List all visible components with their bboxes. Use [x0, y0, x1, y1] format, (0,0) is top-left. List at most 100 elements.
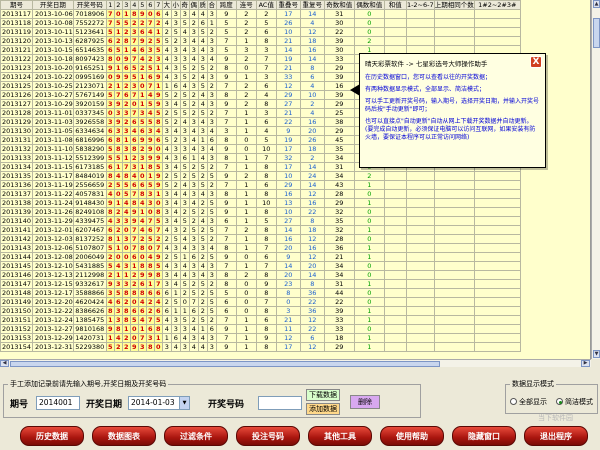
- chevron-down-icon[interactable]: ▼: [179, 397, 189, 409]
- table-row[interactable]: 2013120 2013-10-13 6287925 6 2 8 7 9 2 5 5 2 3 4 4 3 7 1 8…: [0, 36, 521, 46]
- horizontal-scroll-thumb[interactable]: [10, 361, 440, 367]
- scroll-left-icon[interactable]: ◀: [0, 360, 9, 367]
- column-header[interactable]: AC值: [255, 0, 277, 10]
- table-cell: 9148430: [72, 198, 107, 208]
- table-row[interactable]: 2013137 2013-11-22 4057831 4 0 5 7 8 3 1 3 4 4 3 4 3 8 1 8…: [0, 189, 521, 199]
- column-header[interactable]: 1: [105, 0, 115, 10]
- scroll-down-icon[interactable]: ▼: [593, 350, 600, 358]
- table-cell: [383, 171, 407, 181]
- table-row[interactable]: 2013142 2013-12-03 8137252 8 1 3 7 2 5 2 2 5 4 3 5 2 7 1 8…: [0, 234, 521, 244]
- column-header[interactable]: 合: [206, 0, 217, 10]
- hide-window-button[interactable]: 隐藏窗口: [452, 426, 516, 446]
- table-row[interactable]: 2013140 2013-11-29 4339475 4 3 3 9 4 7 5 3 4 5 2 4 3 6 1 5…: [0, 216, 521, 226]
- scroll-right-icon[interactable]: ▶: [581, 360, 590, 367]
- period-input[interactable]: 2014001: [36, 396, 80, 410]
- table-cell: [405, 216, 435, 226]
- table-row[interactable]: 2013149 2013-12-20 4620424 4 6 2 0 4 2 4 2 5 0 7 2 5 6 0 7…: [0, 297, 521, 307]
- download-data-button[interactable]: 下载数据: [306, 389, 340, 401]
- column-header[interactable]: 重复号: [299, 0, 325, 10]
- column-header[interactable]: 质: [197, 0, 208, 10]
- column-header[interactable]: 5: [137, 0, 147, 10]
- column-header[interactable]: 连号: [235, 0, 257, 10]
- date-picker[interactable]: 2014-01-03 ▼: [128, 396, 190, 410]
- delete-button[interactable]: 删除: [350, 395, 380, 409]
- table-row[interactable]: 2013154 2013-12-31 5229380 5 2 2 9 3 8 0 3 4 3 4 4 3 9 1 8…: [0, 342, 521, 352]
- column-header[interactable]: 3: [121, 0, 131, 10]
- table-cell: 2013130: [0, 126, 33, 136]
- number-input[interactable]: [258, 396, 302, 410]
- filter-conditions-button[interactable]: 过滤条件: [164, 426, 228, 446]
- close-icon[interactable]: X: [530, 56, 542, 68]
- table-row[interactable]: 2013144 2013-12-08 2006049 2 0 0 6 0 4 9 2 5 1 6 2 5 9 0 6…: [0, 252, 521, 262]
- table-row[interactable]: 2013141 2013-12-01 6207467 6 2 0 7 4 6 7 4 3 2 5 2 5 7 2 8…: [0, 225, 521, 235]
- column-header[interactable]: 跨度: [215, 0, 237, 10]
- vertical-scroll-thumb[interactable]: [593, 18, 600, 48]
- table-cell: 9: [215, 72, 237, 82]
- vertical-scrollbar[interactable]: ▲ ▼: [591, 0, 600, 359]
- column-header[interactable]: 偶: [188, 0, 199, 10]
- history-data-button[interactable]: 历史数据: [20, 426, 84, 446]
- column-header[interactable]: 6: [145, 0, 155, 10]
- table-cell: 9: [215, 207, 237, 217]
- column-header[interactable]: 小: [170, 0, 181, 10]
- table-row[interactable]: 2013138 2013-11-24 9148430 9 1 4 8 4 3 0 3 4 3 4 2 5 9 1 1…: [0, 198, 521, 208]
- horizontal-scrollbar[interactable]: ◀ ▶: [0, 359, 591, 367]
- data-chart-button[interactable]: 数据图表: [92, 426, 156, 446]
- table-row[interactable]: 2013145 2013-12-10 5431885 5 4 3 1 8 8 5 4 3 4 3 4 3 7 1 7…: [0, 261, 521, 271]
- table-row[interactable]: 2013147 2013-12-15 9332617 9 3 3 2 6 1 7 3 4 5 2 5 2 8 0 9…: [0, 279, 521, 289]
- column-header[interactable]: 开奖日期: [32, 0, 74, 10]
- table-row[interactable]: 2013136 2013-11-19 2556659 2 5 5 6 6 5 9 5 2 4 3 5 2 7 1 6…: [0, 180, 521, 190]
- column-header[interactable]: 开奖号码: [72, 0, 107, 10]
- add-data-button[interactable]: 添加数据: [306, 403, 340, 415]
- table-cell: 0: [353, 234, 385, 244]
- column-header[interactable]: 1#2~2#3#: [473, 0, 521, 10]
- table-cell: 5: [255, 18, 277, 28]
- column-header[interactable]: 期号: [0, 0, 33, 10]
- table-cell: 5: [129, 315, 139, 325]
- column-header[interactable]: 偶数和值: [353, 0, 385, 10]
- column-header[interactable]: 重叠号: [275, 0, 301, 10]
- column-header[interactable]: 上期相同个数: [433, 0, 475, 10]
- table-row[interactable]: 2013139 2013-11-26 8249108 8 2 4 9 1 0 8 3 4 2 5 2 5 9 1 8…: [0, 207, 521, 217]
- column-header[interactable]: 大: [161, 0, 172, 10]
- table-cell: 9: [215, 144, 237, 154]
- column-header[interactable]: 和值: [383, 0, 407, 10]
- table-row[interactable]: 2013152 2013-12-27 9810168 9 8 1 0 1 6 8 4 3 3 4 1 6 9 1 8…: [0, 324, 521, 334]
- radio-show-all[interactable]: 全部显示: [510, 398, 547, 406]
- column-header[interactable]: 7: [153, 0, 163, 10]
- table-cell: 8249108: [72, 207, 107, 217]
- other-tools-button[interactable]: 其他工具: [308, 426, 372, 446]
- radio-simple-mode[interactable]: 简洁模式: [556, 398, 593, 406]
- table-row[interactable]: 2013146 2013-12-13 2112998 2 1 1 2 9 9 8 3 4 4 3 4 3 8 2 8…: [0, 270, 521, 280]
- column-header[interactable]: 奇: [179, 0, 190, 10]
- table-cell: 5: [179, 108, 190, 118]
- table-row[interactable]: 2013135 2013-11-17 8484019 8 4 8 4 0 1 9 2 5 2 5 2 5 9 2 8…: [0, 171, 521, 181]
- exit-program-button[interactable]: 退出程序: [524, 426, 588, 446]
- column-header[interactable]: 2: [113, 0, 123, 10]
- table-row[interactable]: 2013143 2013-12-06 5107807 5 1 0 7 8 0 7 4 3 4 3 3 4 8 1 7…: [0, 243, 521, 253]
- table-row[interactable]: 2013148 2013-12-17 3588866 3 5 8 8 8 6 6 6 1 2 5 2 5 5 0 8…: [0, 288, 521, 298]
- table-row[interactable]: 2013151 2013-12-24 1385475 1 3 8 5 4 7 5 4 3 5 2 5 2 7 1 6…: [0, 315, 521, 325]
- table-cell: 5: [121, 189, 131, 199]
- help-button[interactable]: 使用帮助: [380, 426, 444, 446]
- table-row[interactable]: 2013119 2013-10-11 5123641 5 1 2 3 6 4 1 2 5 4 3 5 2 5 2 6…: [0, 27, 521, 37]
- table-cell: 18: [299, 36, 325, 46]
- table-row[interactable]: 2013117 2013-10-06 7018906 7 0 1 8 9 0 6 4 3 3 4 4 3 9 2 2…: [0, 9, 521, 19]
- table-cell: 32: [323, 207, 355, 217]
- column-header[interactable]: 1-2~6-7: [405, 0, 435, 10]
- table-cell: 3: [206, 216, 217, 226]
- table-row[interactable]: 2013150 2013-12-22 8386626 8 3 8 6 6 2 6 6 1 1 6 2 5 6 0 8…: [0, 306, 521, 316]
- column-header[interactable]: 奇数和值: [323, 0, 355, 10]
- scroll-up-icon[interactable]: ▲: [593, 0, 600, 8]
- column-header[interactable]: 4: [129, 0, 139, 10]
- table-cell: 4: [179, 270, 190, 280]
- table-row[interactable]: 2013118 2013-10-08 7552272 7 5 5 2 2 7 2 4 3 5 2 6 1 5 2 5…: [0, 18, 521, 28]
- period-label: 期号: [10, 400, 29, 410]
- table-cell: 1: [235, 342, 257, 352]
- table-row[interactable]: 2013153 2013-12-29 1420731 1 4 2 0 7 3 1 1 6 4 3 4 3 7 1 9…: [0, 333, 521, 343]
- table-cell: [383, 180, 407, 190]
- table-cell: 4: [206, 243, 217, 253]
- table-cell: 31: [323, 162, 355, 172]
- bet-numbers-button[interactable]: 投注号码: [236, 426, 300, 446]
- table-cell: 2: [121, 342, 131, 352]
